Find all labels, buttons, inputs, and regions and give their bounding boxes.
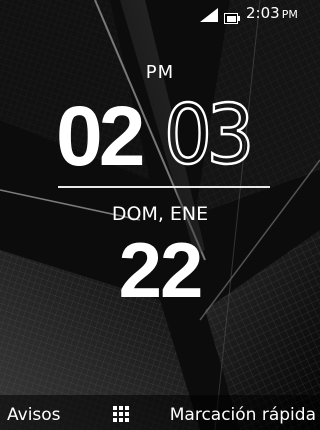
status-time-ampm: PM <box>281 8 298 21</box>
clock-divider <box>58 186 270 188</box>
date-day-month: DOM, ENE <box>111 203 209 225</box>
date-day-number: 22 <box>118 226 204 314</box>
clock-ampm: PM <box>145 62 175 83</box>
status-time: 2:03 PM <box>246 6 298 22</box>
softkey-notifications[interactable]: Avisos <box>7 405 61 425</box>
clock-minutes: 03 <box>163 88 256 183</box>
battery-icon <box>224 13 240 24</box>
softkey-speed-dial[interactable]: Marcación rápida <box>170 405 316 425</box>
clock-time: 02 03 <box>56 88 272 183</box>
clock-hours: 02 <box>56 89 145 183</box>
lock-screen: 2:03 PM PM 02 03 DOM, ENE 22 Avisos Marca… <box>0 0 320 430</box>
signal-icon <box>200 8 218 22</box>
clock-minutes-wrapper: 03 <box>163 88 256 183</box>
softkey-bar: Avisos Marcación rápida <box>0 398 320 430</box>
status-bar: 2:03 PM <box>0 0 320 26</box>
apps-grid-icon[interactable] <box>113 406 129 422</box>
status-time-value: 2:03 <box>246 4 280 22</box>
